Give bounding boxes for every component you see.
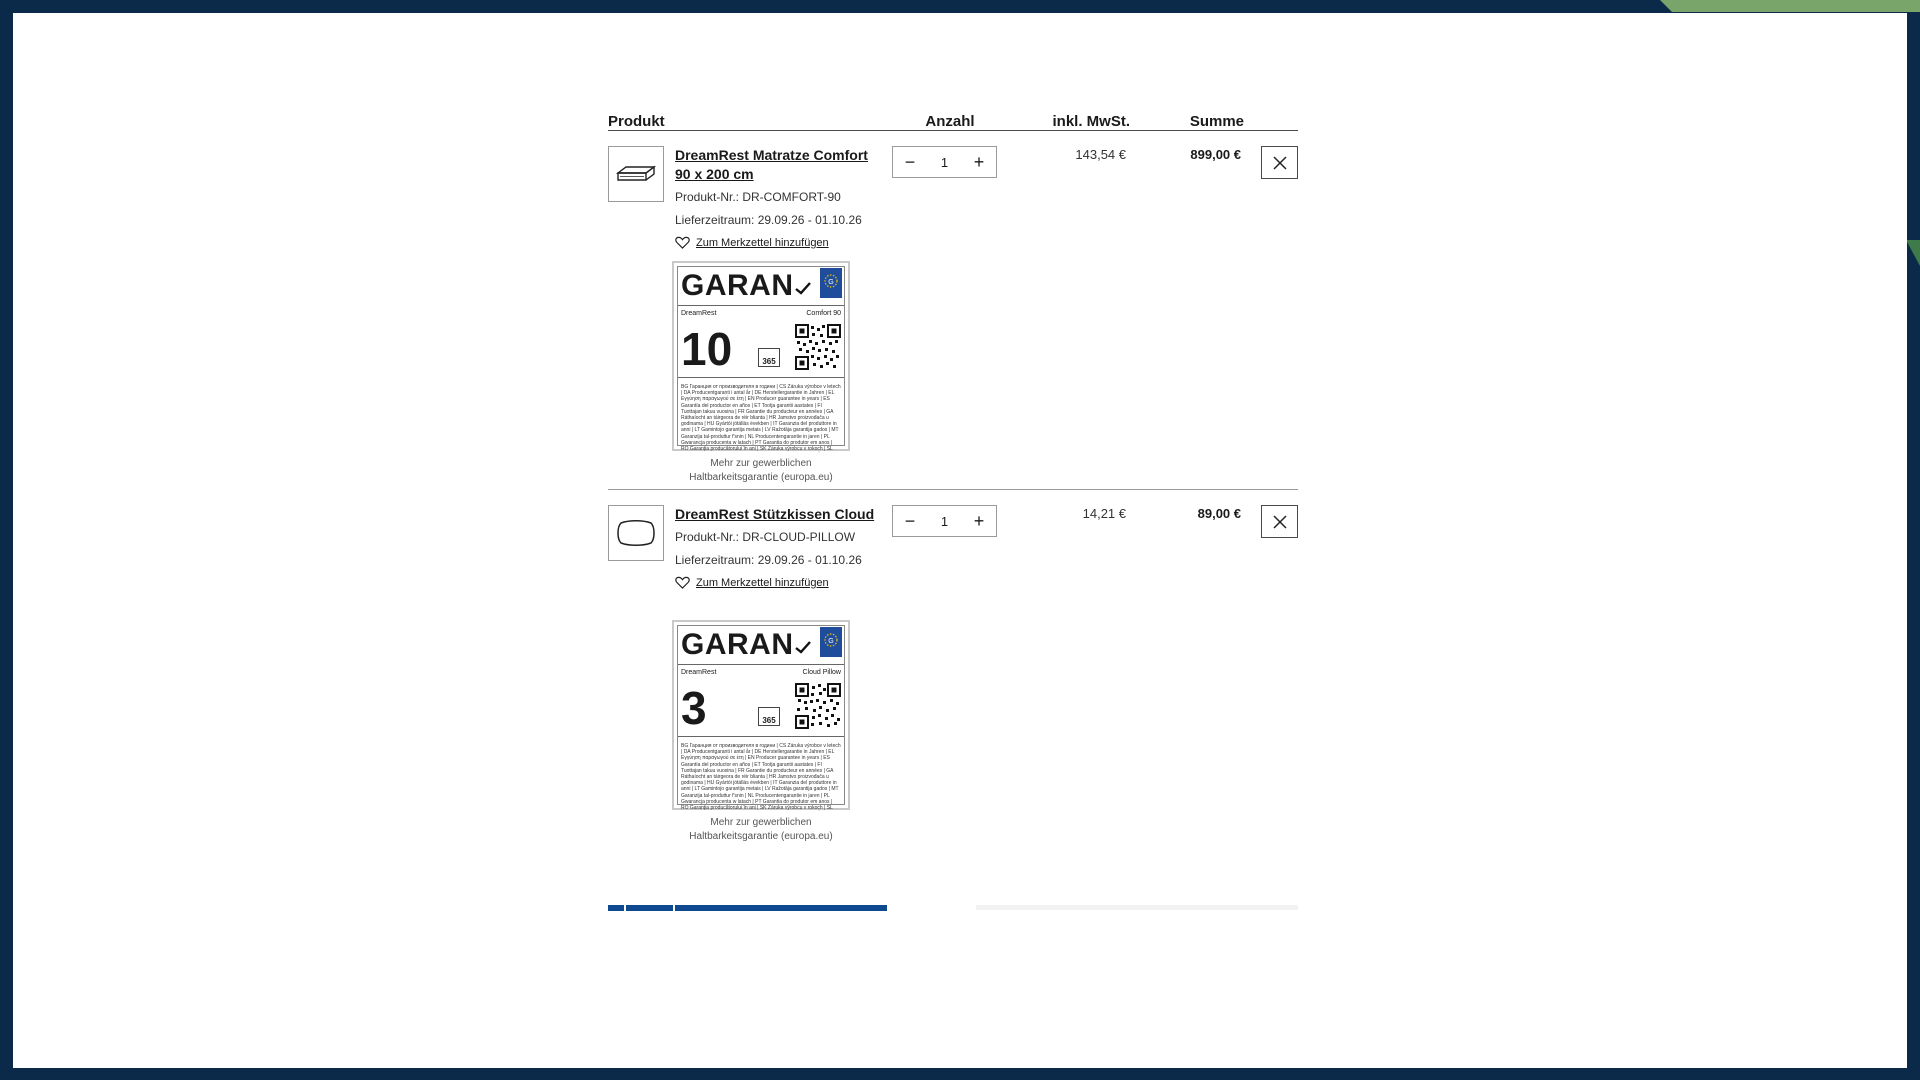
cart-header: Produkt Anzahl inkl. MwSt. Summe [608, 92, 1298, 131]
frame-top [0, 0, 1920, 13]
bottom-bars [608, 905, 1298, 911]
cart-table: Produkt Anzahl inkl. MwSt. Summe DreamRe… [608, 92, 1298, 848]
remove-item-button[interactable] [1261, 505, 1298, 538]
quantity-value[interactable]: 1 [941, 514, 948, 529]
guarantee-info-link[interactable]: Mehr zur gewerblichen Haltbarkeitsgarant… [672, 816, 850, 844]
calendar-icon: 365 [758, 707, 780, 726]
svg-text:G: G [828, 638, 833, 645]
guarantee-years: 3 [681, 682, 707, 734]
garan-logo: GARAN [681, 269, 794, 302]
minus-icon[interactable]: − [903, 511, 917, 532]
plus-icon[interactable]: + [972, 511, 986, 532]
item-total: 89,00 € [1197, 506, 1241, 521]
pillow-icon [617, 520, 655, 546]
guarantee-label: GARAN G DreamRest Comfort 90 10 365 BG Г… [672, 261, 850, 452]
label-model: Cloud Pillow [802, 669, 841, 676]
cart-item: DreamRest Stützkissen Cloud Produkt-Nr.:… [608, 490, 1298, 848]
checkmark-icon [795, 641, 811, 654]
side-accent [1906, 240, 1920, 266]
cart-item: DreamRest Matratze Comfort 90 x 200 cm P… [608, 131, 1298, 490]
label-brand: DreamRest [681, 310, 717, 317]
guarantee-label: GARAN G DreamRest Cloud Pillow 3 365 BG … [672, 620, 850, 811]
summary-box-edge [976, 905, 1298, 910]
checkmark-icon [795, 282, 811, 295]
svg-text:G: G [828, 279, 833, 286]
product-name-link[interactable]: DreamRest Matratze Comfort 90 x 200 cm [675, 146, 875, 184]
corner-accent [1660, 0, 1920, 12]
garan-logo: GARAN [681, 628, 794, 661]
header-vat: inkl. MwSt. [1052, 113, 1130, 130]
wishlist-link[interactable]: Zum Merkzettel hinzufügen [675, 576, 875, 589]
quantity-stepper: − 1 + [892, 146, 997, 178]
label-brand: DreamRest [681, 669, 717, 676]
wishlist-label: Zum Merkzettel hinzufügen [696, 576, 829, 589]
wishlist-label: Zum Merkzettel hinzufügen [696, 236, 829, 249]
product-name-link[interactable]: DreamRest Stützkissen Cloud [675, 505, 875, 524]
item-vat: 14,21 € [1082, 506, 1126, 521]
delivery-period: Lieferzeitraum: 29.09.26 - 01.10.26 [675, 553, 862, 567]
heart-icon [675, 576, 690, 589]
product-number: Produkt-Nr.: DR-CLOUD-PILLOW [675, 530, 856, 544]
plus-icon[interactable]: + [972, 152, 986, 173]
header-total: Summe [1189, 113, 1244, 130]
qr-code [795, 324, 841, 370]
product-thumbnail[interactable] [608, 505, 664, 561]
eu-flag-icon: G [820, 268, 842, 298]
label-model: Comfort 90 [806, 310, 841, 317]
header-product: Produkt [608, 113, 665, 130]
guarantee-years: 10 [681, 323, 733, 375]
item-total: 899,00 € [1190, 147, 1241, 162]
label-fine-print: BG Гаранция от производителя в години | … [681, 384, 841, 452]
label-fine-print: BG Гаранция от производителя в години | … [681, 743, 841, 811]
checkout-progress-bar [608, 905, 887, 911]
header-quantity: Anzahl [925, 113, 975, 130]
guarantee-info-link[interactable]: Mehr zur gewerblichen Haltbarkeitsgarant… [672, 457, 850, 485]
minus-icon[interactable]: − [903, 152, 917, 173]
mattress-icon [615, 165, 657, 181]
qr-code [795, 683, 841, 729]
remove-item-button[interactable] [1261, 146, 1298, 179]
item-vat: 143,54 € [1075, 147, 1126, 162]
heart-icon [675, 236, 690, 249]
delivery-period: Lieferzeitraum: 29.09.26 - 01.10.26 [675, 213, 862, 227]
product-thumbnail[interactable] [608, 146, 664, 202]
calendar-icon: 365 [758, 348, 780, 367]
quantity-value[interactable]: 1 [941, 155, 948, 170]
calendar-days: 365 [762, 716, 776, 725]
quantity-stepper: − 1 + [892, 505, 997, 537]
close-icon [1272, 514, 1287, 529]
close-icon [1272, 155, 1287, 170]
product-number: Produkt-Nr.: DR-COMFORT-90 [675, 190, 841, 204]
wishlist-link[interactable]: Zum Merkzettel hinzufügen [675, 236, 875, 249]
eu-flag-icon: G [820, 627, 842, 657]
calendar-days: 365 [762, 357, 776, 366]
